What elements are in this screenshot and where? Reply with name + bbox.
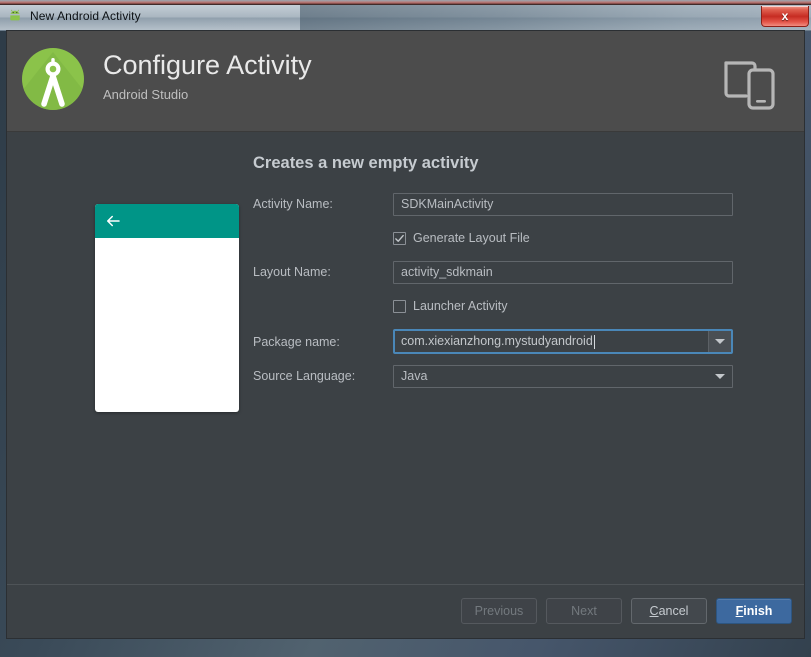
dialog-footer: Previous Next Cancel Finish [7, 584, 804, 638]
source-language-value: Java [401, 369, 428, 383]
activity-name-input[interactable] [393, 192, 733, 216]
dialog-body: Configure Activity Android Studio Create… [6, 30, 805, 639]
android-head-icon [10, 9, 20, 21]
titlebar-glass-overlay [300, 5, 811, 30]
activity-name-label: Activity Name: [253, 197, 333, 211]
cancel-button[interactable]: Cancel [631, 598, 707, 624]
cancel-label-rest: ancel [658, 604, 689, 618]
package-name-combobox[interactable]: com.xiexianzhong.mystudyandroid [393, 329, 733, 354]
finish-label-rest: inish [743, 604, 773, 618]
package-name-label: Package name: [253, 334, 340, 349]
package-name-row: Package name: com.xiexianzhong.mystudyan… [253, 328, 733, 355]
dialog-header: Configure Activity Android Studio [7, 31, 804, 132]
window-titlebar[interactable]: New Android Activity x [0, 5, 811, 31]
android-studio-logo-icon [22, 48, 84, 110]
window-title: New Android Activity [30, 9, 141, 23]
source-language-combobox[interactable]: Java [393, 364, 733, 388]
chevron-down-icon [715, 339, 725, 344]
finish-mnemonic: F [735, 604, 744, 618]
dialog-content: Creates a new empty activity Activity Na… [7, 132, 804, 584]
layout-name-label: Layout Name: [253, 265, 331, 279]
previous-button[interactable]: Previous [461, 598, 537, 624]
source-language-label: Source Language: [253, 369, 356, 383]
launcher-activity-label: Launcher Activity [413, 299, 508, 313]
generate-layout-checkbox-group[interactable]: Generate Layout File [393, 231, 530, 245]
package-name-value: com.xiexianzhong.mystudyandroid [401, 334, 593, 348]
step-title: Creates a new empty activity [253, 154, 479, 172]
generate-layout-label: Generate Layout File [413, 231, 530, 245]
configure-activity-form: Activity Name: Generate Layout File [253, 192, 733, 398]
finish-button[interactable]: Finish [716, 598, 792, 624]
next-button[interactable]: Next [546, 598, 622, 624]
package-name-dropdown-button[interactable] [708, 331, 731, 352]
generate-layout-row: Generate Layout File [253, 226, 733, 250]
preview-appbar [95, 204, 239, 238]
package-name-input[interactable]: com.xiexianzhong.mystudyandroid [395, 331, 708, 352]
close-icon: x [781, 9, 789, 23]
arrow-back-icon [107, 215, 120, 227]
activity-preview [95, 204, 239, 412]
launcher-activity-row: Launcher Activity [253, 294, 733, 318]
text-caret [593, 334, 595, 349]
page-title: Configure Activity [103, 50, 312, 80]
launcher-activity-checkbox[interactable] [393, 299, 406, 313]
generate-layout-checkbox[interactable] [393, 231, 406, 245]
launcher-activity-checkbox-group[interactable]: Launcher Activity [393, 299, 508, 313]
check-icon [395, 234, 404, 242]
cancel-mnemonic: C [649, 604, 659, 618]
dialog-header-titles: Configure Activity Android Studio [103, 50, 312, 102]
dialog-window: New Android Activity x Configure Activit… [0, 5, 811, 645]
layout-name-row: Layout Name: [253, 260, 733, 284]
layout-name-input[interactable] [393, 260, 733, 284]
devices-icon [724, 61, 775, 110]
titlebar-left-group: New Android Activity [7, 8, 141, 24]
source-language-row: Source Language: Java [253, 364, 733, 388]
activity-name-row: Activity Name: [253, 192, 733, 216]
close-button[interactable]: x [761, 6, 809, 27]
page-subtitle: Android Studio [103, 86, 189, 102]
dialog-button-bar: Previous Next Cancel Finish [461, 598, 792, 624]
chevron-down-icon [715, 373, 725, 379]
